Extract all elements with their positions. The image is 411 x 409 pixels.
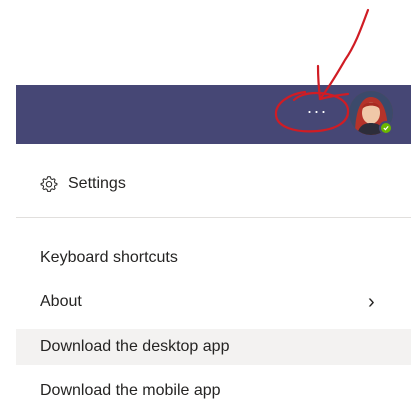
menu-item-settings[interactable]: Settings [16,166,411,202]
menu-item-label: About [40,293,82,310]
top-bar: ··· [16,85,411,144]
menu-item-download-mobile[interactable]: Download the mobile app [16,373,411,409]
settings-menu: Settings Keyboard shortcuts About › Down… [16,144,411,406]
gear-icon [40,176,58,192]
more-options-button[interactable]: ··· [304,101,330,127]
menu-item-about[interactable]: About › [16,284,411,320]
menu-item-download-desktop[interactable]: Download the desktop app [16,329,411,365]
menu-item-label: Download the mobile app [40,382,221,399]
presence-status-icon [379,121,393,135]
more-options-icon: ··· [306,101,328,121]
menu-item-label: Settings [68,175,126,192]
menu-divider [16,217,411,218]
menu-item-label: Keyboard shortcuts [40,249,178,266]
menu-item-keyboard-shortcuts[interactable]: Keyboard shortcuts [16,240,411,276]
chevron-right-icon: › [368,291,375,313]
menu-item-label: Download the desktop app [40,338,230,355]
